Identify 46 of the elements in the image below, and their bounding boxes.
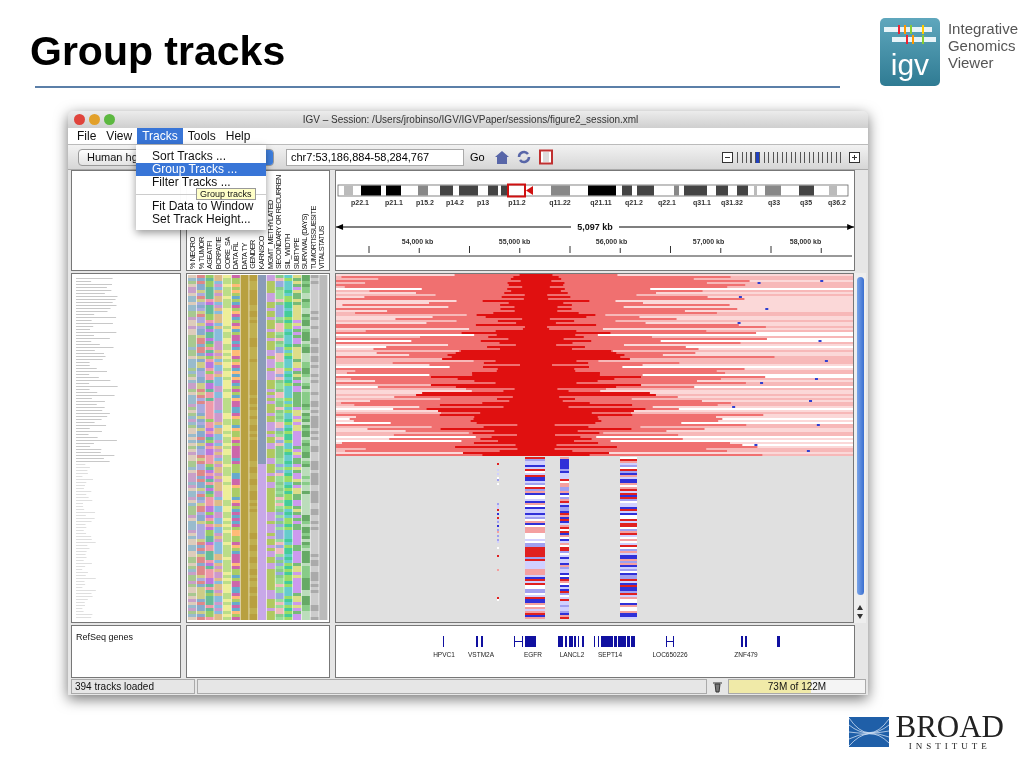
menu-item[interactable]: Tools [182,128,221,144]
gene-model-drawing [594,636,635,647]
gene-model-drawing [741,636,747,647]
menu-item[interactable]: Sort Tracks ... [136,150,266,163]
track-name: RefSeq genes [75,631,135,644]
refresh-icon[interactable] [515,149,532,165]
gene-model-drawing [476,636,483,647]
menu-item[interactable]: Help [220,128,256,144]
dna-strand-icon [883,24,936,46]
logo-subtitle: INSTITUTE [908,741,991,751]
scroll-up-icon[interactable] [856,603,864,611]
scroll-down-icon[interactable] [856,613,864,621]
logo-caption-line: Integrative [947,20,1018,37]
menu-item[interactable]: Filter Tracks ... [136,176,266,189]
logo-mark: igv [890,48,930,82]
menu-item[interactable]: Group Tracks ... [136,163,266,176]
zoom-out-button[interactable] [722,151,733,163]
status-message: 394 tracks loaded [71,679,195,694]
gene-model-drawing [558,636,584,647]
zoom-in-button[interactable] [849,151,860,163]
region-icon[interactable] [537,149,554,165]
locus-field[interactable]: chr7:53,186,884-58,284,767 [286,148,464,166]
ruler-span-label: 5,097 kb [576,222,614,232]
logo-name: BROAD [895,713,1004,741]
menu-item[interactable]: View [101,128,138,144]
home-icon[interactable] [493,149,510,165]
scrollbar[interactable] [854,273,866,623]
gene-model-drawing [514,636,536,647]
mesh-logo-icon [849,717,890,747]
trash-icon[interactable] [712,680,723,693]
window-title: IGV – Session: /Users/jrobinso/IGV/IGVPaper/sessions/figure2_session.xml [301,114,640,125]
menu-item[interactable]: Fit Data to Window [136,200,266,213]
scrollbar-thumb[interactable] [856,277,864,595]
tooltip: Group tracks [196,188,256,200]
menu-item[interactable]: Set Track Height... [136,213,266,226]
gene-model-drawing [777,636,780,647]
close-button[interactable] [74,114,85,125]
go-button[interactable]: Go [467,151,488,163]
menu-item[interactable]: File [72,128,102,144]
logo-caption-line: Genomics [947,37,1017,54]
slider-thumb[interactable] [755,151,759,163]
memory-reading: 73M of 122M [767,681,827,692]
logo-caption-line: Viewer [947,54,995,71]
slide-title: Group tracks [30,27,286,75]
menu-item[interactable]: Tracks [137,128,183,144]
gene-model-drawing [666,636,674,647]
